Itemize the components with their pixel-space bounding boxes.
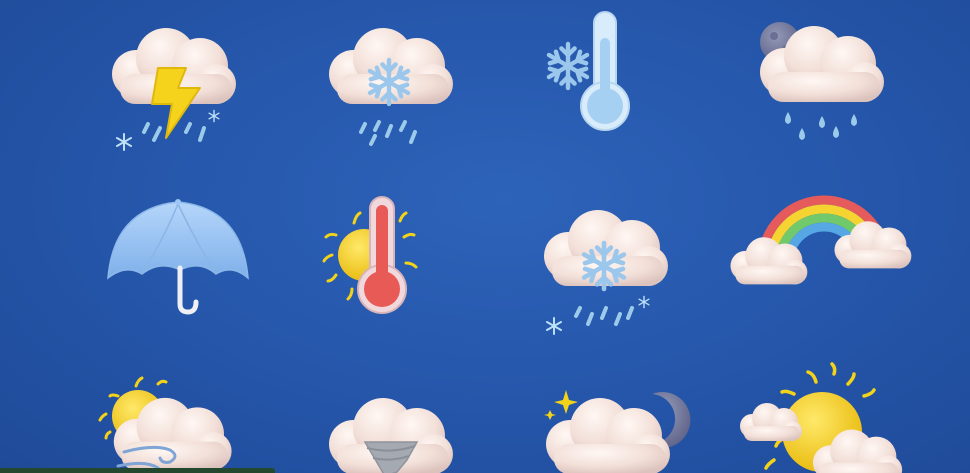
bottom-edge-strip [0,468,275,473]
moon-star-cloud-icon [540,386,691,473]
hot-thermometer-icon [318,193,428,318]
snow-cloud-icon [325,26,465,156]
rainbow-clouds-icon [728,192,918,307]
night-rain-cloud-icon [752,18,892,153]
tornado-cloud-icon [325,396,465,473]
thunderstorm-icon [108,26,248,156]
weather-icon-sheet [0,0,970,473]
cold-thermometer-icon [540,8,640,138]
sun-behind-clouds-icon [738,362,918,473]
snow-sleet-cloud-icon [540,208,680,343]
umbrella-icon [104,198,254,318]
windy-sun-cloud-icon [96,374,246,473]
